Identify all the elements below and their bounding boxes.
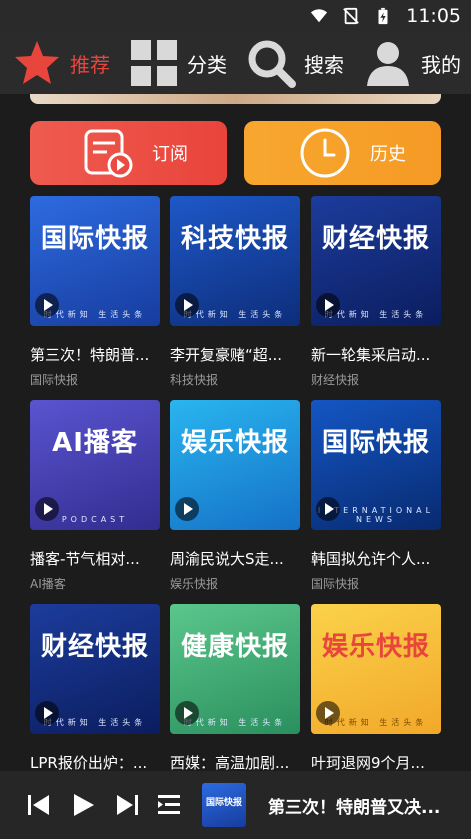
content-card[interactable]: 娱乐快报 周渝民说大S走... 娱乐快报 (170, 400, 300, 592)
subscribe-button[interactable]: 订阅 (30, 121, 227, 185)
play-icon[interactable] (316, 701, 340, 725)
status-bar: 11:05 (0, 0, 471, 32)
content-card[interactable]: 财经快报 时代新知 生活头条 LPR报价出炉：... (30, 604, 160, 773)
thumbnail-title: 财经快报 (40, 632, 149, 662)
play-icon[interactable] (175, 497, 199, 521)
previous-icon[interactable] (26, 792, 52, 818)
play-icon[interactable] (175, 701, 199, 725)
category-grid-icon (131, 40, 177, 86)
card-title: 叶珂退网9个月... (311, 754, 425, 772)
card-tag: 国际快报 (30, 373, 79, 387)
wifi-icon (311, 9, 328, 23)
search-icon (248, 40, 296, 88)
content-card[interactable]: 科技快报 时代新知 生活头条 李开复豪赌“超... 科技快报 (170, 196, 300, 388)
play-icon[interactable] (316, 293, 340, 317)
content-card[interactable]: 国际快报 时代新知 生活头条 第三次！特朗普... 国际快报 (30, 196, 160, 388)
card-tag: AI播客 (30, 577, 66, 591)
content-card[interactable]: AI播客 PODCAST 播客-节气相对... AI播客 (30, 400, 160, 592)
card-title: 韩国拟允许个人... (311, 550, 431, 568)
now-playing-thumb-title: 国际快报 (205, 798, 242, 808)
mini-player: 国际快报 第三次！特朗普又决... (0, 771, 471, 839)
thumbnail-title: 健康快报 (180, 632, 289, 662)
play-icon[interactable] (35, 293, 59, 317)
clock-icon (300, 128, 350, 178)
play-pause-icon[interactable] (70, 792, 96, 818)
user-icon (367, 42, 409, 86)
card-title: 播客-节气相对... (30, 550, 140, 568)
card-thumbnail: 健康快报 时代新知 生活头条 (170, 604, 300, 734)
card-thumbnail: 国际快报 INTERNATIONAL NEWS (311, 400, 441, 530)
nav-tab-mine[interactable]: 我的 (351, 32, 468, 94)
play-icon[interactable] (316, 497, 340, 521)
card-tag: 科技快报 (170, 373, 219, 387)
play-icon[interactable] (35, 701, 59, 725)
content-card[interactable]: 健康快报 时代新知 生活头条 西媒：高温加剧... (170, 604, 300, 773)
playlist-icon[interactable] (156, 792, 182, 818)
battery-charging-icon (378, 7, 388, 25)
card-thumbnail: 娱乐快报 (170, 400, 300, 530)
content-card[interactable]: 娱乐快报 时代新知 生活头条 叶珂退网9个月... (311, 604, 441, 773)
play-icon[interactable] (35, 497, 59, 521)
now-playing-title[interactable]: 第三次！特朗普又决... (268, 793, 458, 818)
card-thumbnail: AI播客 PODCAST (30, 400, 160, 530)
card-tag: 娱乐快报 (170, 577, 219, 591)
card-thumbnail: 财经快报 时代新知 生活头条 (311, 196, 441, 326)
nav-tab-label: 我的 (421, 52, 461, 77)
card-tag: 财经快报 (311, 373, 360, 387)
nav-tab-label: 推荐 (70, 52, 110, 77)
nav-tab-label: 分类 (187, 52, 227, 77)
thumbnail-title: 科技快报 (180, 224, 289, 254)
card-thumbnail: 娱乐快报 时代新知 生活头条 (311, 604, 441, 734)
thumbnail-title: 国际快报 (40, 224, 149, 254)
history-label: 历史 (370, 144, 406, 165)
nav-tab-label: 搜索 (304, 52, 344, 77)
nav-tab-recommend[interactable]: 推荐 (0, 32, 117, 94)
card-thumbnail: 国际快报 时代新知 生活头条 (30, 196, 160, 326)
thumbnail-title: 娱乐快报 (180, 428, 289, 458)
subscribe-icon (84, 129, 133, 178)
card-title: 第三次！特朗普... (30, 346, 150, 364)
card-title: 周渝民说大S走... (170, 550, 284, 568)
thumbnail-title: 财经快报 (321, 224, 430, 254)
nav-tab-category[interactable]: 分类 (117, 32, 234, 94)
card-title: 新一轮集采启动... (311, 346, 431, 364)
card-title: 西媒：高温加剧... (170, 754, 290, 772)
play-icon[interactable] (175, 293, 199, 317)
star-icon (15, 41, 59, 84)
thumbnail-title: AI播客 (52, 428, 138, 458)
card-title: 李开复豪赌“超... (170, 346, 283, 364)
now-playing-thumbnail[interactable]: 国际快报 (202, 783, 246, 827)
next-icon[interactable] (114, 792, 140, 818)
card-thumbnail: 科技快报 时代新知 生活头条 (170, 196, 300, 326)
history-button[interactable]: 历史 (244, 121, 441, 185)
thumbnail-title: 国际快报 (321, 428, 430, 458)
card-tag: 国际快报 (311, 577, 360, 591)
thumbnail-title: 娱乐快报 (321, 632, 430, 662)
content-card[interactable]: 财经快报 时代新知 生活头条 新一轮集采启动... 财经快报 (311, 196, 441, 388)
status-time: 11:05 (406, 5, 461, 27)
nav-tab-search[interactable]: 搜索 (234, 32, 351, 94)
no-sim-icon (343, 7, 360, 25)
content-card[interactable]: 国际快报 INTERNATIONAL NEWS 韩国拟允许个人... 国际快报 (311, 400, 441, 592)
subscribe-label: 订阅 (152, 144, 188, 165)
banner-carousel[interactable] (30, 94, 441, 104)
card-title: LPR报价出炉：... (30, 754, 148, 772)
top-navigation: 推荐 分类 搜索 我的 (0, 32, 471, 94)
card-thumbnail: 财经快报 时代新知 生活头条 (30, 604, 160, 734)
